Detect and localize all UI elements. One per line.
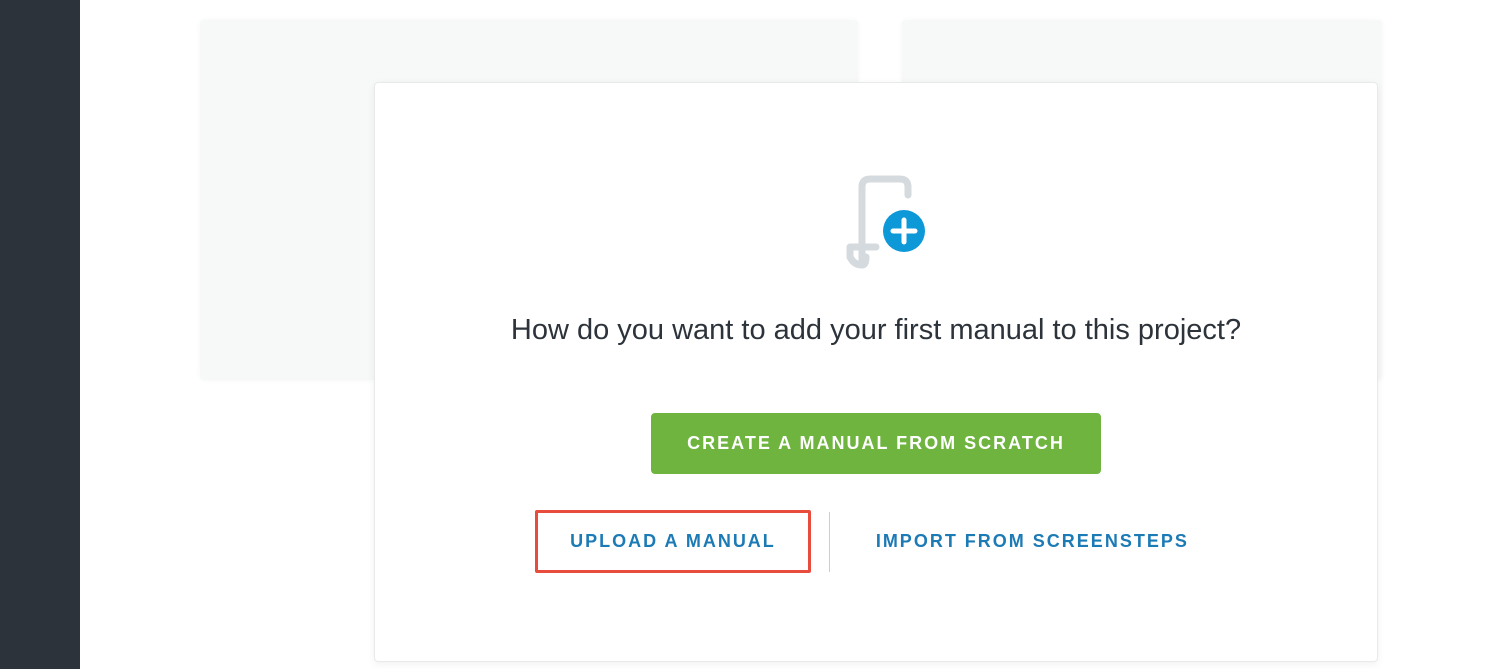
secondary-actions: UPLOAD A MANUAL IMPORT FROM SCREENSTEPS xyxy=(435,510,1317,573)
document-add-icon xyxy=(826,173,926,269)
upload-manual-button[interactable]: UPLOAD A MANUAL xyxy=(535,510,811,573)
modal-heading: How do you want to add your first manual… xyxy=(506,309,1246,351)
vertical-separator xyxy=(829,512,830,572)
app-root: How do you want to add your first manual… xyxy=(0,0,1512,669)
add-manual-modal: How do you want to add your first manual… xyxy=(374,82,1378,662)
import-screensteps-button[interactable]: IMPORT FROM SCREENSTEPS xyxy=(848,515,1217,568)
left-sidebar xyxy=(0,0,80,669)
main-content: How do you want to add your first manual… xyxy=(80,0,1512,669)
create-manual-button[interactable]: CREATE A MANUAL FROM SCRATCH xyxy=(651,413,1101,474)
